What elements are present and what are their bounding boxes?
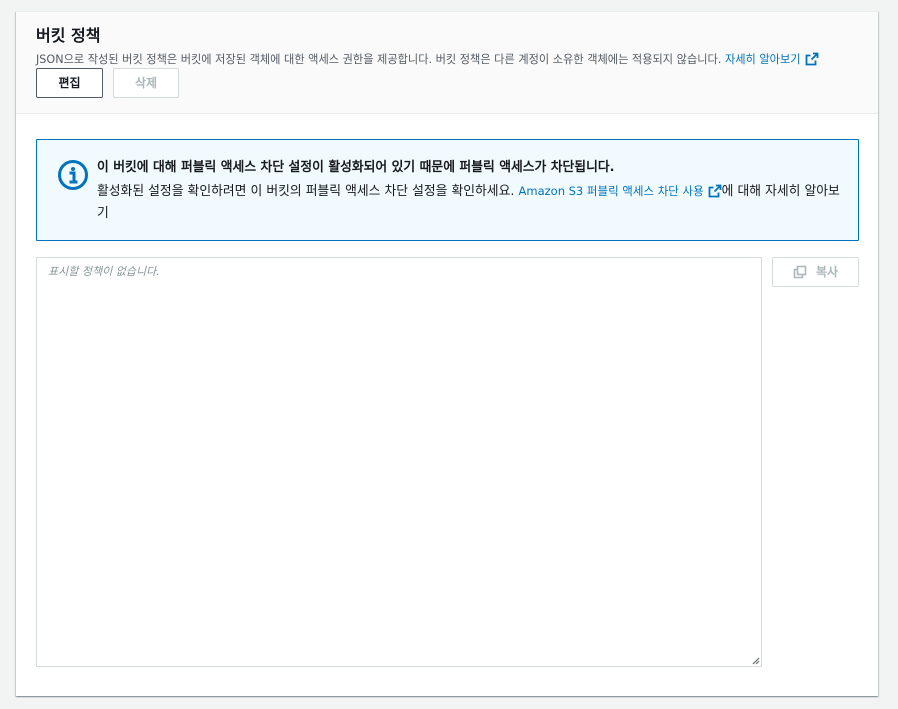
learn-more-label: 자세히 알아보기 [724,53,801,66]
section-description: JSON으로 작성된 버킷 정책은 버킷에 저장된 객체에 대한 액세스 권한을… [36,52,819,68]
section-title: 버킷 정책 [36,26,101,45]
bucket-policy-panel: 버킷 정책 JSON으로 작성된 버킷 정책은 버킷에 저장된 객체에 대한 액… [16,11,878,696]
alert-title: 이 버킷에 대해 퍼블릭 액세스 차단 설정이 활성화되어 있기 때문에 퍼블릭… [97,160,615,175]
panel-header: 버킷 정책 JSON으로 작성된 버킷 정책은 버킷에 저장된 객체에 대한 액… [16,12,878,114]
alert-body-prefix: 활성화된 설정을 확인하려면 이 버킷의 퍼블릭 액세스 차단 설정을 확인하세… [97,184,515,199]
public-access-block-link-label: Amazon S3 퍼블릭 액세스 차단 사용 [518,184,704,198]
resize-handle-icon[interactable] [750,655,760,665]
alert-body: 활성화된 설정을 확인하려면 이 버킷의 퍼블릭 액세스 차단 설정을 확인하세… [97,180,842,225]
external-link-icon [805,52,818,66]
description-text: JSON으로 작성된 버킷 정책은 버킷에 저장된 객체에 대한 액세스 권한을… [36,53,722,66]
learn-more-link[interactable]: 자세히 알아보기 [724,52,819,66]
copy-icon [793,265,807,279]
policy-editor[interactable]: 표시할 정책이 없습니다. [36,257,762,667]
edit-button[interactable]: 편집 [36,68,103,98]
public-access-alert: 이 버킷에 대해 퍼블릭 액세스 차단 설정이 활성화되어 있기 때문에 퍼블릭… [36,139,859,241]
info-icon [58,160,88,190]
public-access-block-link[interactable]: Amazon S3 퍼블릭 액세스 차단 사용 [519,184,722,198]
external-link-icon [708,184,722,198]
policy-placeholder: 표시할 정책이 없습니다. [48,265,160,278]
copy-button[interactable]: 복사 [772,257,859,287]
delete-button[interactable]: 삭제 [113,68,179,98]
copy-button-label: 복사 [815,265,839,279]
